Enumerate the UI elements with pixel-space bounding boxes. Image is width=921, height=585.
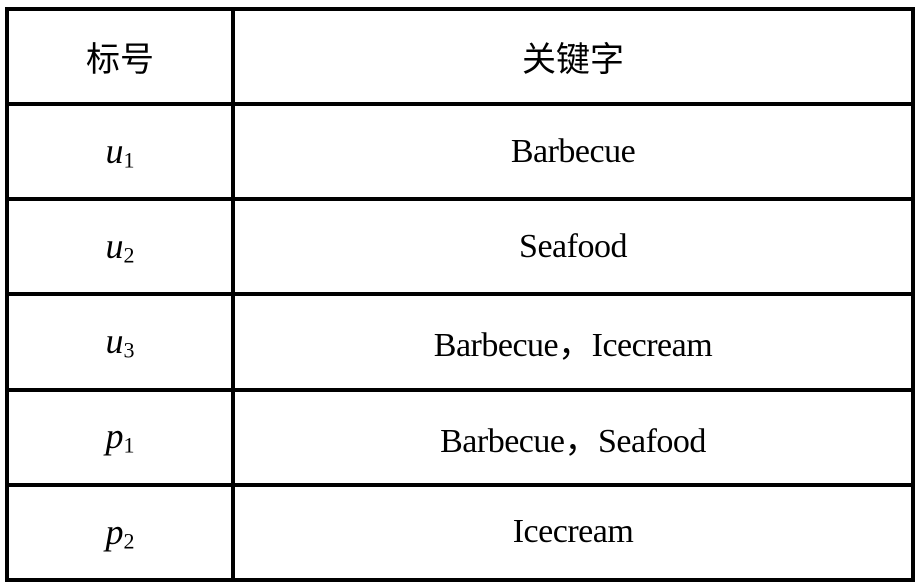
symbol-subscript: 1 bbox=[123, 432, 135, 458]
table-row: u1 Barbecue bbox=[5, 101, 915, 202]
header-row: 标号 关键字 bbox=[5, 7, 915, 106]
symbol-letter: u bbox=[105, 130, 124, 171]
symbol-subscript: 2 bbox=[123, 242, 135, 268]
row-symbol: p1 bbox=[5, 387, 235, 487]
row-keywords: Barbecue，Icecream bbox=[231, 292, 915, 392]
symbol-letter: u bbox=[105, 226, 124, 267]
table-row: p1 Barbecue，Seafood bbox=[5, 387, 915, 487]
row-symbol: u3 bbox=[5, 292, 235, 392]
row-keywords: Barbecue bbox=[231, 101, 915, 202]
symbol-subscript: 2 bbox=[123, 528, 135, 554]
row-symbol: u1 bbox=[5, 101, 235, 202]
row-symbol: p2 bbox=[5, 482, 235, 583]
symbol-letter: p bbox=[105, 511, 124, 552]
header-keywords: 关键字 bbox=[231, 7, 915, 106]
symbol-subscript: 1 bbox=[123, 147, 135, 173]
keyword-table: 标号 关键字 u1 Barbecue u2 Seafood u3 Barbecu… bbox=[5, 7, 915, 583]
row-keywords: Seafood bbox=[231, 197, 915, 297]
symbol-letter: p bbox=[105, 416, 124, 457]
table-row: p2 Icecream bbox=[5, 482, 915, 583]
symbol-letter: u bbox=[105, 321, 124, 362]
row-keywords: Icecream bbox=[231, 482, 915, 583]
table-row: u3 Barbecue，Icecream bbox=[5, 292, 915, 392]
row-symbol: u2 bbox=[5, 197, 235, 297]
row-keywords: Barbecue，Seafood bbox=[231, 387, 915, 487]
header-label: 标号 bbox=[5, 7, 235, 106]
symbol-subscript: 3 bbox=[123, 337, 135, 363]
table-row: u2 Seafood bbox=[5, 197, 915, 297]
